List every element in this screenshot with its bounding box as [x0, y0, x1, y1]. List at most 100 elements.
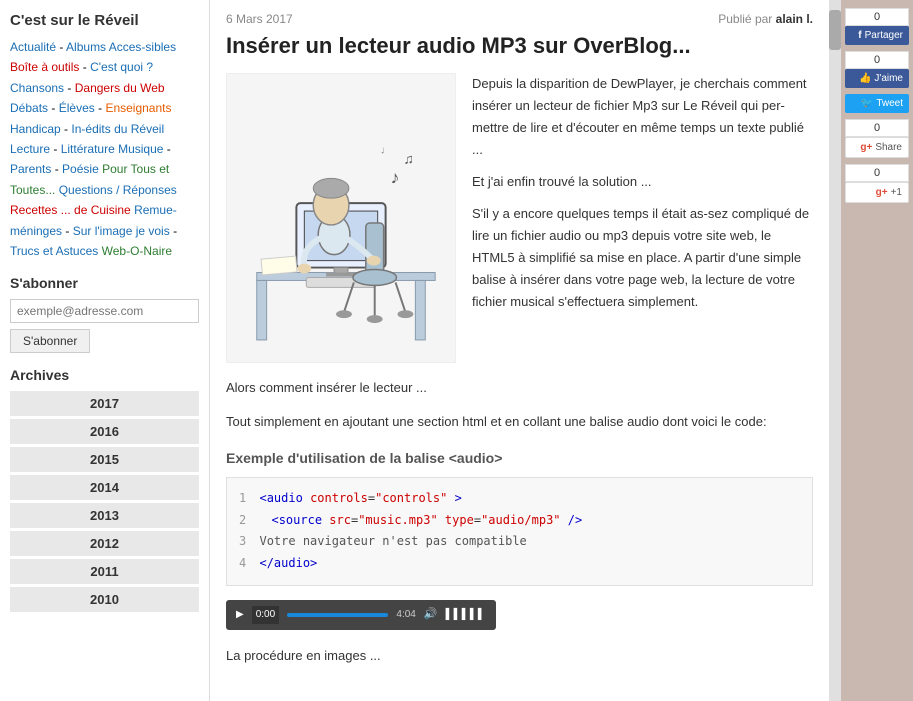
fb-icon: f: [858, 30, 861, 41]
post-footer-text: La procédure en images ...: [226, 646, 813, 667]
gp-share-label: Share: [875, 142, 902, 153]
scrollbar-track[interactable]: [829, 0, 841, 701]
section-text-2: Tout simplement en ajoutant une section …: [226, 411, 813, 433]
fb-like-icon: 👍: [859, 73, 871, 84]
nav-sep: -: [53, 142, 60, 156]
example-heading: Exemple d'utilisation de la balise <audi…: [226, 447, 813, 469]
nav-link-lecture[interactable]: Lecture: [10, 142, 50, 156]
nav-section: Actualité - Albums Acces-sibles Boîte à …: [10, 37, 199, 261]
fb-like-group: 0 👍 J'aime: [845, 51, 909, 88]
archive-2015[interactable]: 2015: [10, 447, 199, 472]
post-illustration: ♪ ♫ ♩: [226, 73, 456, 363]
intro-p1: Depuis la disparition de DewPlayer, je c…: [472, 73, 813, 161]
svg-text:♩: ♩: [381, 144, 392, 156]
gp-plus-group: 0 g+ +1: [845, 164, 909, 203]
svg-text:♫: ♫: [403, 150, 413, 166]
archive-2010[interactable]: 2010: [10, 587, 199, 612]
nav-link-handicap[interactable]: Handicap: [10, 122, 61, 136]
nav-sep: -: [55, 162, 62, 176]
archive-2012[interactable]: 2012: [10, 531, 199, 556]
post-meta: 6 Mars 2017 Publié par alain l.: [226, 12, 813, 26]
play-button[interactable]: ▶: [236, 607, 244, 623]
audio-progress-bar[interactable]: [287, 613, 388, 617]
nav-link-enseignants[interactable]: Enseignants: [105, 101, 171, 115]
audio-duration: 4:04: [396, 607, 415, 623]
nav-link-debats[interactable]: Débats: [10, 101, 48, 115]
fb-like-label: J'aime: [874, 73, 903, 84]
archives-heading: Archives: [10, 367, 199, 383]
main-content: 6 Mars 2017 Publié par alain l. Insérer …: [210, 0, 829, 701]
nav-link-albums[interactable]: Albums Acces-sibles: [66, 40, 176, 54]
gp-share-count: 0: [845, 119, 909, 137]
archive-2017[interactable]: 2017: [10, 391, 199, 416]
archive-2013[interactable]: 2013: [10, 503, 199, 528]
audio-player[interactable]: ▶ 0:00 4:04 🔊 ▌▌▌▌▌: [226, 600, 496, 630]
section-text-1: Alors comment insérer le lecteur ...: [226, 377, 813, 399]
email-field[interactable]: [10, 299, 199, 323]
nav-sep: -: [67, 81, 74, 95]
nav-sep: -: [51, 101, 58, 115]
fb-share-label: Partager: [865, 30, 903, 41]
nav-link-inedits[interactable]: In-édits du Réveil: [71, 122, 164, 136]
nav-link-trucs[interactable]: Trucs et Astuces: [10, 244, 98, 258]
nav-link-recettes[interactable]: Recettes ... de Cuisine: [10, 203, 131, 217]
post-intro: ♪ ♫ ♩ Depuis la disparition de DewPlayer…: [226, 73, 813, 363]
fb-share-button[interactable]: f Partager: [845, 26, 909, 45]
nav-link-poesie[interactable]: Poésie: [62, 162, 99, 176]
gp-icon: g+: [860, 142, 872, 153]
intro-p2: Et j'ai enfin trouvé la solution ...: [472, 171, 813, 193]
nav-link-parents[interactable]: Parents: [10, 162, 51, 176]
nav-link-eleves[interactable]: Élèves: [59, 101, 95, 115]
nav-link-chansons[interactable]: Chansons: [10, 81, 64, 95]
code-line-2: 2 <source src="music.mp3" type="audio/mp…: [239, 510, 800, 532]
archive-2014[interactable]: 2014: [10, 475, 199, 500]
volume-icon[interactable]: 🔊: [424, 606, 438, 624]
nav-sep: -: [65, 224, 72, 238]
published-by: Publié par alain l.: [718, 12, 813, 26]
nav-link-cest-quoi[interactable]: C'est quoi ?: [90, 60, 153, 74]
nav-link-sur-image[interactable]: Sur l'image je vois: [73, 224, 170, 238]
archive-2016[interactable]: 2016: [10, 419, 199, 444]
tw-label: Tweet: [876, 98, 903, 109]
archive-2011[interactable]: 2011: [10, 559, 199, 584]
nav-sep: -: [167, 142, 171, 156]
tw-tweet-button[interactable]: 🐦 Tweet: [845, 94, 909, 113]
site-title: C'est sur le Réveil: [10, 12, 199, 29]
body-p1: S'il y a encore quelques temps il était …: [472, 203, 813, 313]
gp-share-group: 0 g+ Share: [845, 119, 909, 158]
nav-link-dangers[interactable]: Dangers du Web: [75, 81, 165, 95]
tw-tweet-group: 🐦 Tweet: [845, 94, 909, 113]
gp-plus-icon: g+: [876, 187, 888, 198]
audio-current-time: 0:00: [252, 606, 279, 624]
fb-share-count: 0: [845, 8, 909, 26]
post-title: Insérer un lecteur audio MP3 sur OverBlo…: [226, 32, 813, 61]
gp-share-button[interactable]: g+ Share: [845, 137, 909, 158]
post-date: 6 Mars 2017: [226, 12, 293, 26]
fb-share-group: 0 f Partager: [845, 8, 909, 45]
fb-like-button[interactable]: 👍 J'aime: [845, 69, 909, 88]
nav-sep: -: [83, 60, 90, 74]
scrollbar-thumb[interactable]: [829, 10, 841, 50]
code-line-3: 3 Votre navigateur n'est pas compatible: [239, 531, 800, 553]
gp-plus-button[interactable]: g+ +1: [845, 182, 909, 203]
nav-link-web-o-naire[interactable]: Web-O-Naire: [102, 244, 172, 258]
post-author: alain l.: [776, 12, 813, 26]
nav-link-litterature[interactable]: Littérature: [61, 142, 115, 156]
subscribe-section: S'abonner S'abonner: [10, 275, 199, 353]
nav-link-boite[interactable]: Boîte à outils: [10, 60, 79, 74]
post-body: ♪ ♫ ♩ Depuis la disparition de DewPlayer…: [226, 73, 813, 667]
code-block: 1 <audio controls="controls" > 2 <source…: [226, 477, 813, 585]
nav-sep: -: [59, 40, 63, 54]
audio-level-bars: ▌▌▌▌▌: [446, 607, 486, 623]
subscribe-button[interactable]: S'abonner: [10, 329, 90, 353]
nav-link-questions[interactable]: Questions / Réponses: [59, 183, 177, 197]
social-sidebar: 0 f Partager 0 👍 J'aime 🐦 Tweet 0 g+ Sha…: [841, 0, 913, 701]
post-intro-text: Depuis la disparition de DewPlayer, je c…: [472, 73, 813, 363]
nav-link-musique[interactable]: Musique: [118, 142, 163, 156]
sidebar: C'est sur le Réveil Actualité - Albums A…: [0, 0, 210, 701]
archives-section: Archives 2017 2016 2015 2014 2013 2012 2…: [10, 367, 199, 612]
fb-like-count: 0: [845, 51, 909, 69]
subscribe-heading: S'abonner: [10, 275, 199, 291]
code-line-1: 1 <audio controls="controls" >: [239, 488, 800, 510]
nav-link-actualite[interactable]: Actualité: [10, 40, 56, 54]
